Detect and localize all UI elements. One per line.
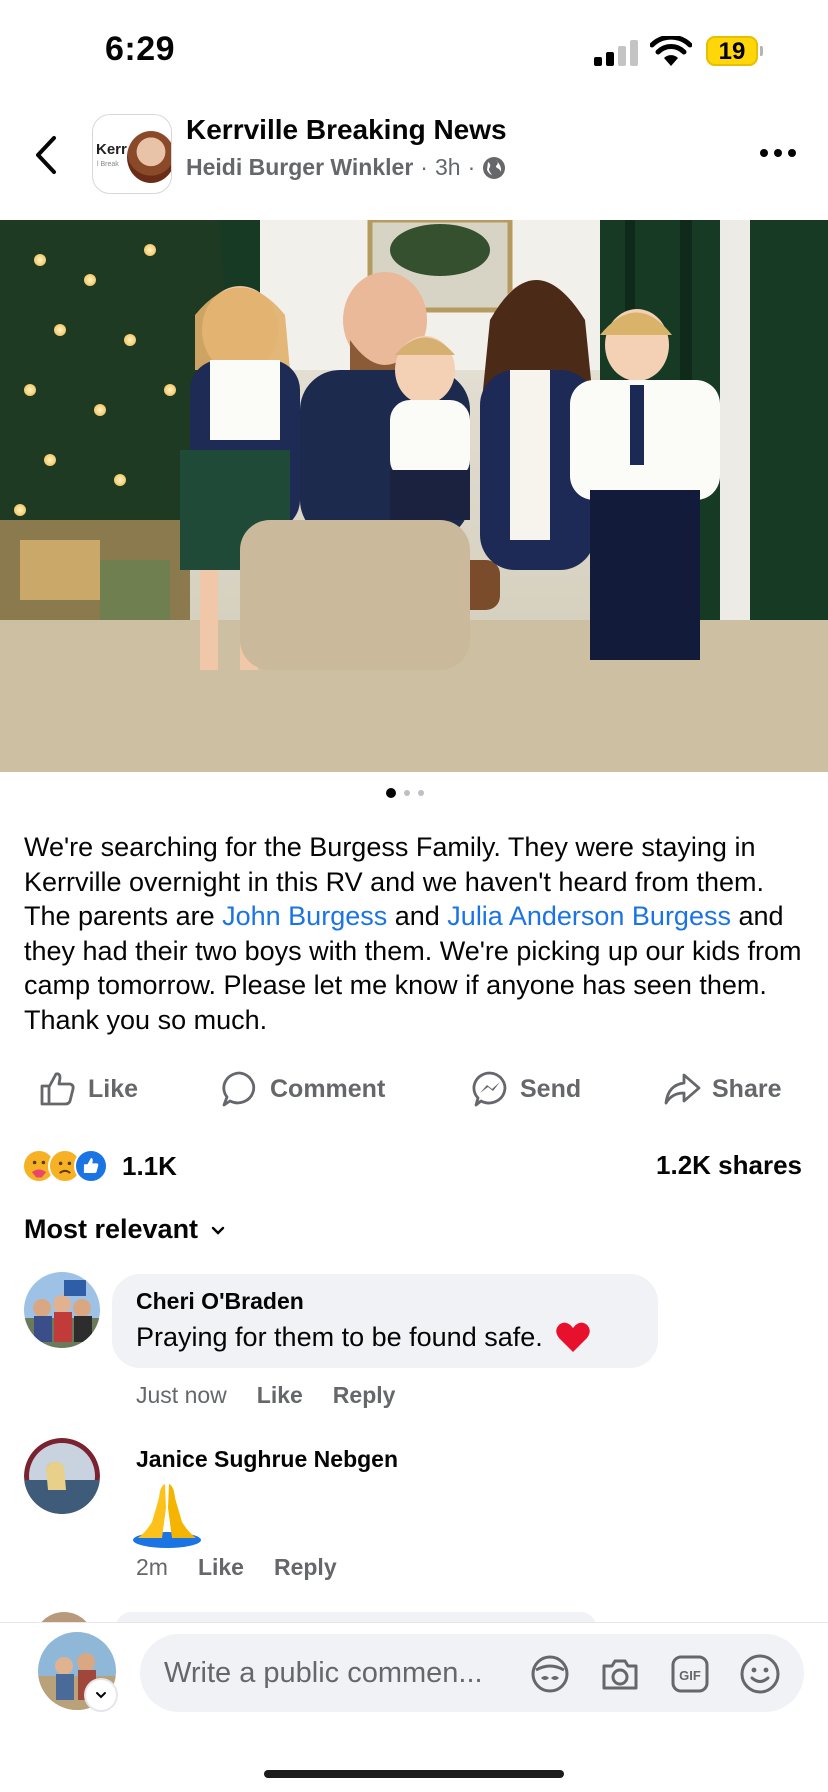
post-time: 3h bbox=[434, 154, 461, 180]
share-arrow-icon bbox=[664, 1073, 701, 1105]
back-arrow-icon[interactable] bbox=[28, 130, 64, 180]
status-time: 6:29 bbox=[105, 30, 176, 68]
thumbs-up-icon bbox=[40, 1072, 75, 1106]
comment-input[interactable] bbox=[164, 1652, 524, 1694]
avatar-logo-text: Kerr bbox=[96, 141, 127, 158]
reaction-count: 1.1K bbox=[122, 1150, 177, 1181]
more-options-icon[interactable] bbox=[756, 144, 802, 160]
commenter-name[interactable]: Cheri O'Braden bbox=[136, 1288, 304, 1315]
carousel-dot bbox=[418, 790, 424, 796]
post-photo[interactable] bbox=[0, 220, 828, 772]
comment-meta: Just now Like Reply bbox=[136, 1382, 395, 1409]
wifi-icon bbox=[650, 36, 692, 66]
carousel-indicator bbox=[386, 787, 424, 799]
author-name[interactable]: Heidi Burger Winkler bbox=[186, 154, 413, 181]
author-photo bbox=[127, 131, 171, 183]
chevron-down-icon bbox=[96, 1692, 106, 1699]
comment-bubble-icon bbox=[222, 1071, 256, 1107]
reaction-summary[interactable]: 1.1K bbox=[22, 1146, 177, 1186]
comment-like-button[interactable]: Like bbox=[198, 1554, 244, 1581]
comment-sort-dropdown[interactable]: Most relevant bbox=[24, 1214, 226, 1245]
post-meta: Heidi Burger Winkler · 3h · bbox=[186, 154, 506, 181]
commenter-avatar[interactable] bbox=[24, 1438, 100, 1514]
carousel-dot-active bbox=[386, 788, 396, 798]
cellular-signal-icon bbox=[594, 40, 640, 66]
home-indicator bbox=[264, 1770, 564, 1778]
messenger-icon bbox=[472, 1071, 507, 1107]
page-name[interactable]: Kerrville Breaking News bbox=[186, 114, 507, 146]
share-label: Share bbox=[712, 1074, 782, 1103]
folded-hands-emoji-icon bbox=[133, 1484, 201, 1548]
meta-separator: · bbox=[467, 154, 476, 180]
comment-text-content: Praying for them to be found safe. bbox=[136, 1321, 543, 1352]
comment-like-button[interactable]: Like bbox=[257, 1382, 303, 1409]
meta-separator: · bbox=[420, 154, 428, 180]
comment-button[interactable]: Comment bbox=[220, 1068, 385, 1110]
commenter-name[interactable]: Janice Sughrue Nebgen bbox=[136, 1446, 398, 1473]
emoji-smiley-icon[interactable] bbox=[738, 1652, 782, 1696]
tagged-user-julia-anderson-burgess[interactable]: Julia Anderson Burgess bbox=[447, 901, 731, 931]
post-action-bar: Like Comment Send Share bbox=[0, 1060, 828, 1116]
send-button[interactable]: Send bbox=[470, 1068, 581, 1110]
comment-time: Just now bbox=[136, 1382, 227, 1408]
comment-meta: 2m Like Reply bbox=[136, 1554, 337, 1581]
svg-text:GIF: GIF bbox=[679, 1668, 701, 1683]
sort-label: Most relevant bbox=[24, 1214, 199, 1244]
post-caption: We're searching for the Burgess Family. … bbox=[24, 830, 804, 1037]
account-switcher-chevron[interactable] bbox=[86, 1680, 116, 1710]
comment-time: 2m bbox=[136, 1554, 168, 1580]
camera-icon[interactable] bbox=[598, 1652, 642, 1696]
like-reaction-icon bbox=[74, 1149, 108, 1183]
send-label: Send bbox=[520, 1074, 582, 1103]
comment-reply-button[interactable]: Reply bbox=[333, 1382, 396, 1409]
comment-reply-button[interactable]: Reply bbox=[274, 1554, 337, 1581]
caption-text: and bbox=[387, 901, 448, 931]
share-button[interactable]: Share bbox=[662, 1068, 781, 1110]
family-christmas-photo bbox=[0, 220, 828, 772]
post-header: Kerr l Break Kerrville Breaking News Hei… bbox=[0, 100, 828, 220]
comment-label: Comment bbox=[270, 1074, 386, 1103]
battery-icon: 19 bbox=[706, 36, 763, 66]
commenter-photo bbox=[24, 1272, 100, 1348]
share-count[interactable]: 1.2K shares bbox=[656, 1150, 802, 1181]
globe-public-icon bbox=[483, 156, 506, 179]
tagged-user-john-burgess[interactable]: John Burgess bbox=[222, 901, 387, 931]
like-label: Like bbox=[88, 1074, 139, 1103]
commenter-photo bbox=[24, 1438, 100, 1514]
battery-level: 19 bbox=[718, 38, 746, 65]
comment-text: Praying for them to be found safe. bbox=[136, 1320, 591, 1354]
gif-icon[interactable]: GIF bbox=[668, 1652, 712, 1696]
carousel-dot bbox=[404, 790, 410, 796]
like-button[interactable]: Like bbox=[38, 1068, 138, 1110]
avatar-logo-subtext: l Break bbox=[97, 161, 119, 168]
chevron-down-icon bbox=[211, 1226, 225, 1235]
page-avatar[interactable]: Kerr l Break bbox=[92, 114, 172, 194]
commenter-avatar[interactable] bbox=[24, 1272, 100, 1348]
red-heart-emoji-icon bbox=[555, 1322, 590, 1352]
avatar-sticker-icon[interactable] bbox=[528, 1652, 572, 1696]
status-bar: 6:29 19 bbox=[0, 0, 828, 100]
